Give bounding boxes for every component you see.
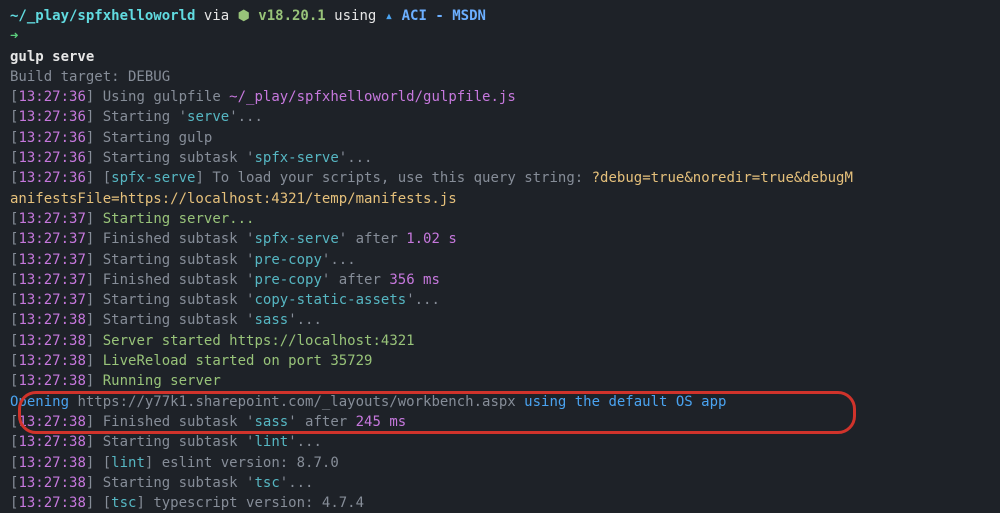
log-line: [13:27:37] Starting subtask 'copy-static…: [10, 290, 990, 310]
command: gulp serve: [10, 47, 990, 67]
cloud-context: MSDN: [444, 8, 486, 24]
log-line: [13:27:38] LiveReload started on port 35…: [10, 351, 990, 371]
terminal-output: ~/_play/spfxhelloworld via ⬢ v18.20.1 us…: [10, 6, 990, 513]
prompt-cwd: ~/_play/spfxhelloworld: [10, 8, 195, 24]
log-line: [13:27:38] Starting subtask 'lint'...: [10, 432, 990, 452]
log-line: [13:27:36] [spfx-serve] To load your scr…: [10, 168, 990, 188]
log-line: [13:27:37] Starting server...: [10, 209, 990, 229]
log-line: [13:27:38] [tsc] typescript version: 4.7…: [10, 493, 990, 513]
prompt-using: using: [334, 8, 376, 24]
log-line-opening: Opening https://y77k1.sharepoint.com/_la…: [10, 392, 990, 412]
cloud-label: ACI -: [402, 8, 444, 24]
build-target: Build target: DEBUG: [10, 67, 990, 87]
log-line: anifestsFile=https://localhost:4321/temp…: [10, 189, 990, 209]
log-line: [13:27:38] Finished subtask 'sass' after…: [10, 412, 990, 432]
log-line: [13:27:36] Using gulpfile ~/_play/spfxhe…: [10, 87, 990, 107]
log-line: [13:27:37] Finished subtask 'pre-copy' a…: [10, 270, 990, 290]
log-line: [13:27:38] Starting subtask 'tsc'...: [10, 473, 990, 493]
prompt-arrow-line: ➜: [10, 26, 990, 46]
prompt-via: via: [204, 8, 229, 24]
log-line: [13:27:36] Starting gulp: [10, 128, 990, 148]
node-version: v18.20.1: [258, 8, 325, 24]
log-line: [13:27:36] Starting 'serve'...: [10, 107, 990, 127]
prompt-arrow-icon: ➜: [10, 28, 18, 44]
cloud-icon: ▴: [385, 8, 393, 24]
log-line: [13:27:36] Starting subtask 'spfx-serve'…: [10, 148, 990, 168]
log-line: [13:27:38] [lint] eslint version: 8.7.0: [10, 453, 990, 473]
log-line: [13:27:37] Starting subtask 'pre-copy'..…: [10, 250, 990, 270]
node-icon: ⬢: [238, 8, 250, 24]
log-line: [13:27:38] Starting subtask 'sass'...: [10, 310, 990, 330]
log-line: [13:27:37] Finished subtask 'spfx-serve'…: [10, 229, 990, 249]
log-line: [13:27:38] Running server: [10, 371, 990, 391]
log-line: [13:27:38] Server started https://localh…: [10, 331, 990, 351]
shell-prompt: ~/_play/spfxhelloworld via ⬢ v18.20.1 us…: [10, 6, 990, 26]
